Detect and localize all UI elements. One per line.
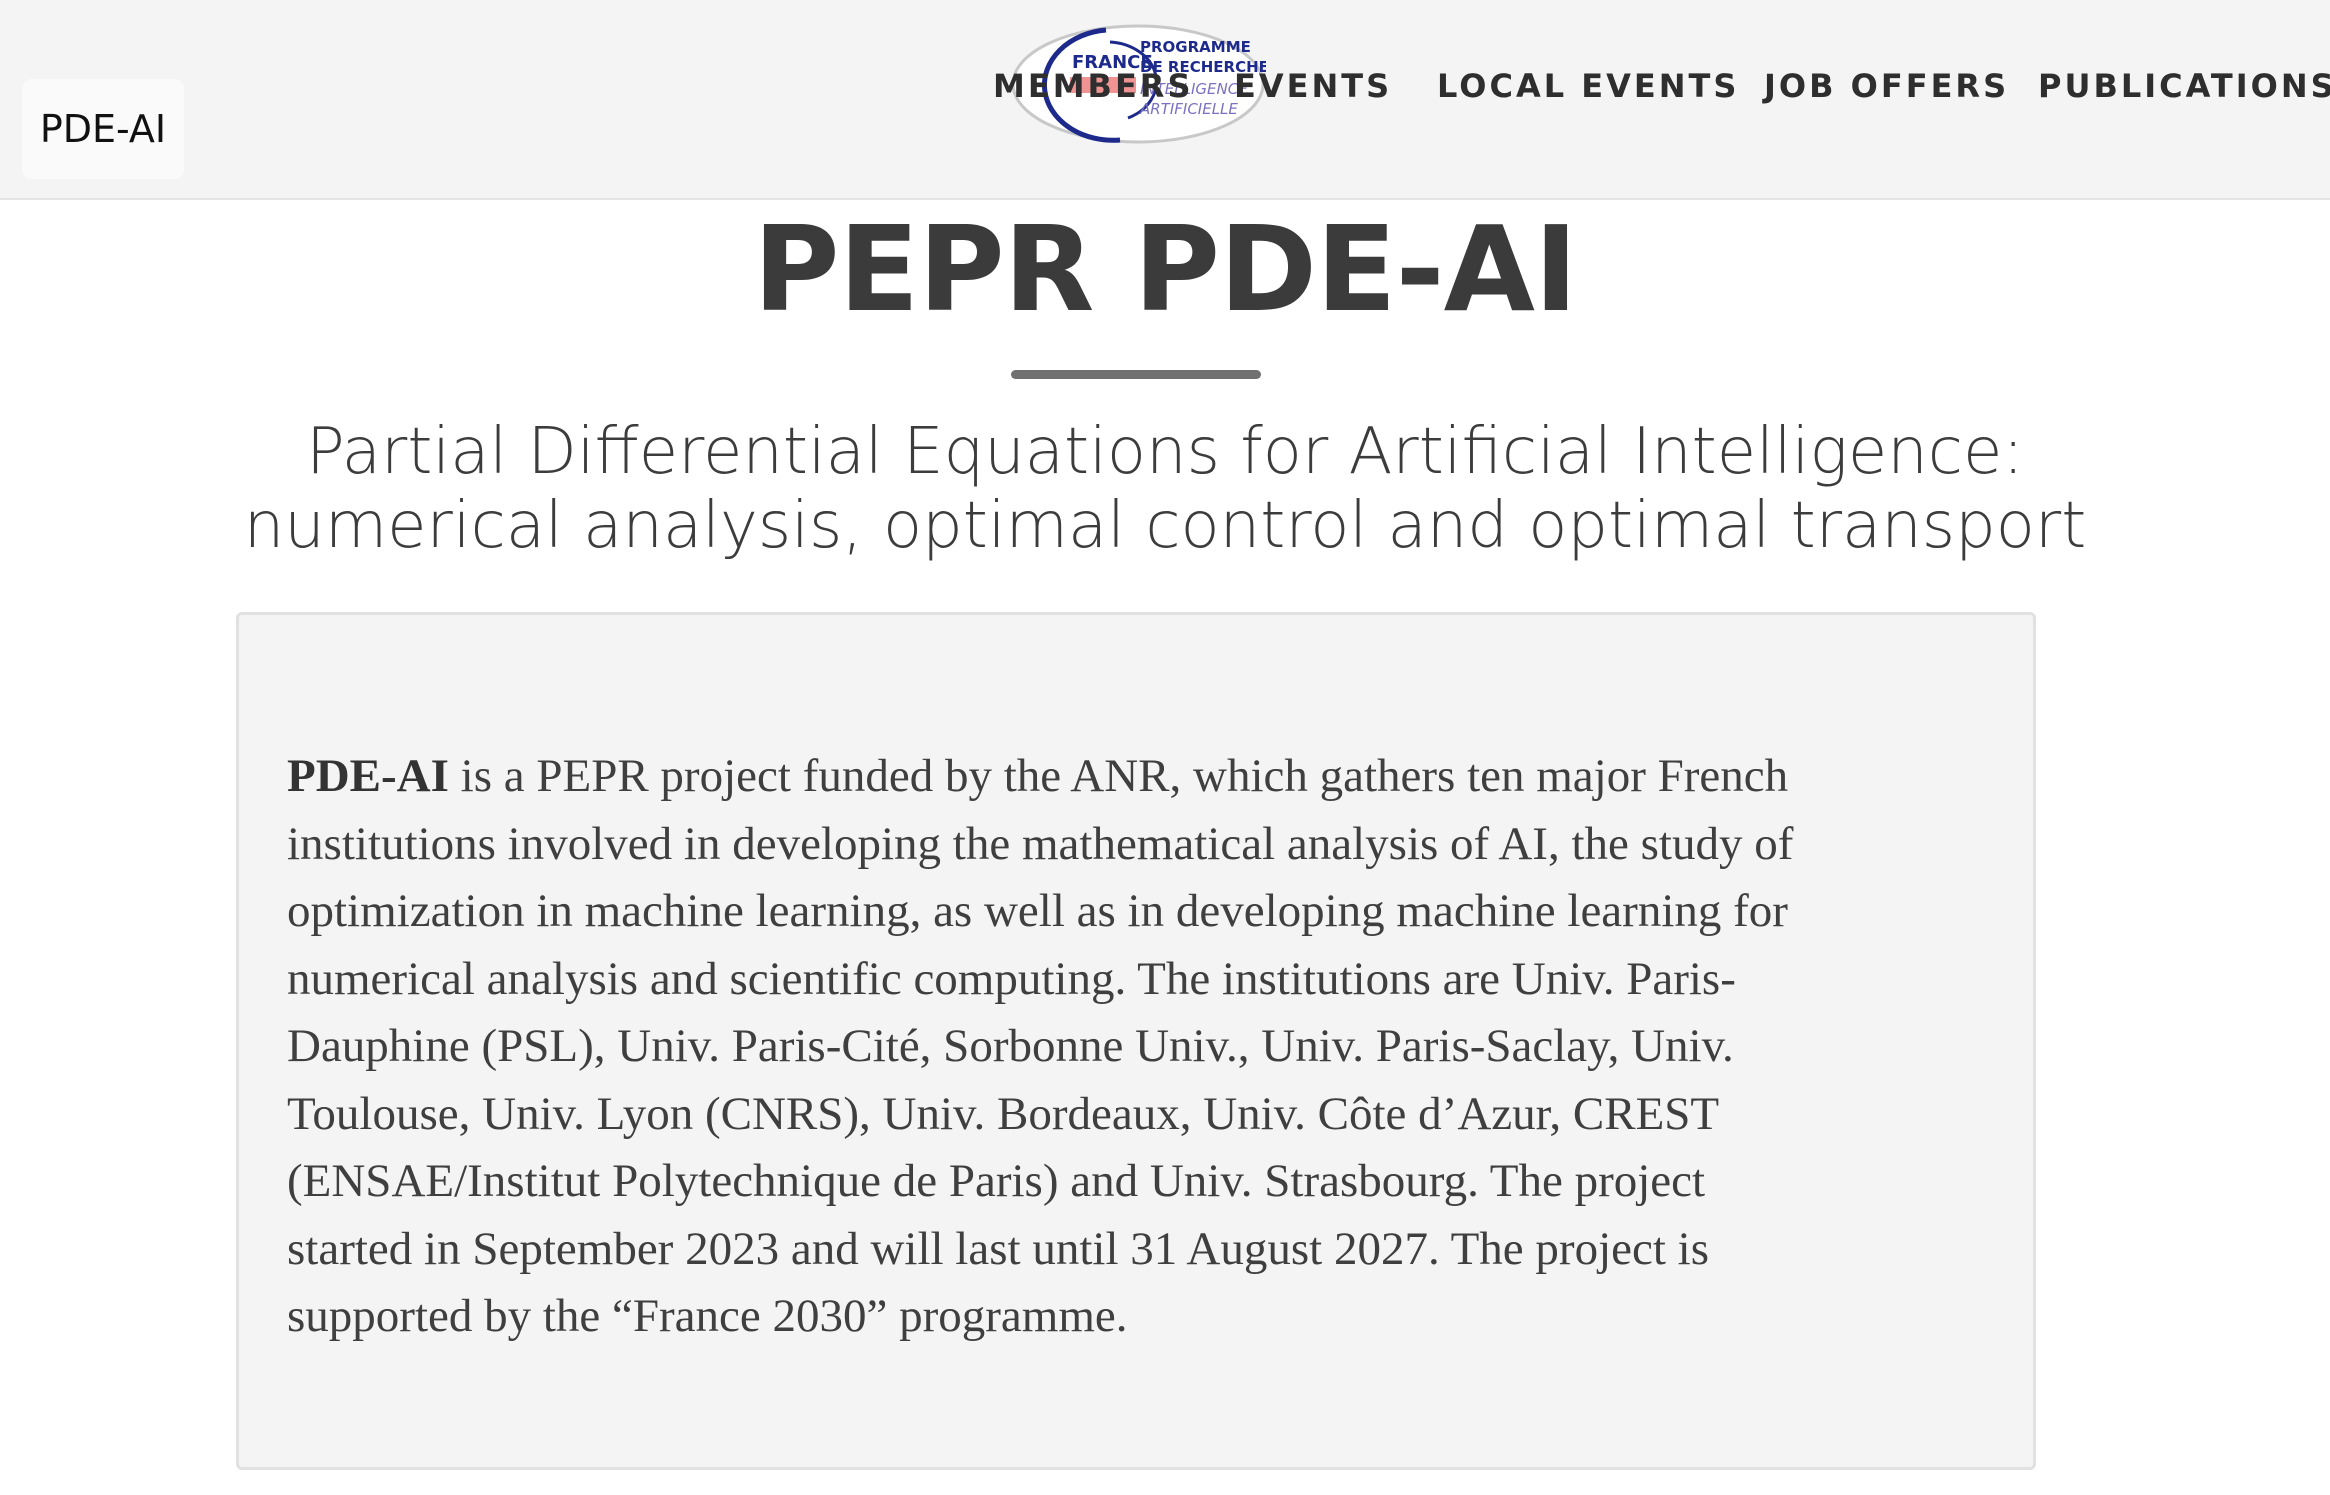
nav-events[interactable]: EVENTS (1234, 58, 1392, 114)
intro-bold-lead: PDE-AI (287, 750, 449, 802)
intro-line-5: Dauphine (PSL), Univ. Paris-Cité, Sorbon… (287, 1020, 1734, 1072)
intro-line-8: started in September 2023 and will last … (287, 1222, 1710, 1275)
intro-paragraph: PDE-AI is a PEPR project funded by the A… (287, 743, 2007, 1351)
intro-card: PDE-AI is a PEPR project funded by the A… (236, 612, 2036, 1470)
title-divider (1011, 370, 1261, 379)
nav-local-events[interactable]: LOCAL EVENTS (1437, 58, 1739, 114)
intro-line-2: institutions involved in developing the … (287, 817, 1794, 870)
intro-line-6: Toulouse, Univ. Lyon (CNRS), Univ. Borde… (287, 1087, 1720, 1140)
brand-link[interactable]: PDE-AI (22, 79, 184, 179)
intro-line-3: optimization in machine learning, as wel… (287, 885, 1788, 937)
nav-job-offers[interactable]: JOB OFFERS (1764, 58, 2009, 114)
intro-line-4: numerical analysis and scientific comput… (287, 952, 1736, 1005)
intro-line-1-text: is a PEPR project funded by the ANR, whi… (448, 750, 1789, 802)
subtitle-line-1: Partial Differential Equations for Artif… (306, 415, 2024, 489)
page-subtitle: Partial Differential Equations for Artif… (200, 415, 2130, 563)
nav-members[interactable]: MEMBERS (993, 58, 1193, 114)
logo-line1-text: PROGRAMME (1140, 38, 1251, 56)
intro-line-7: (ENSAE/Institut Polytechnique de Paris) … (287, 1155, 1706, 1207)
subtitle-line-2: numerical analysis, optimal control and … (243, 489, 2087, 563)
intro-line-1: PDE-AI is a PEPR project funded by the A… (287, 743, 2007, 811)
top-navbar: PDE-AI FRANCE PROGRAMME DE RECHERCHE INT… (0, 0, 2330, 200)
page-title: PEPR PDE-AI (753, 200, 1578, 338)
nav-publications[interactable]: PUBLICATIONS (2038, 58, 2330, 114)
intro-line-9: supported by the “France 2030” programme… (287, 1290, 1128, 1342)
